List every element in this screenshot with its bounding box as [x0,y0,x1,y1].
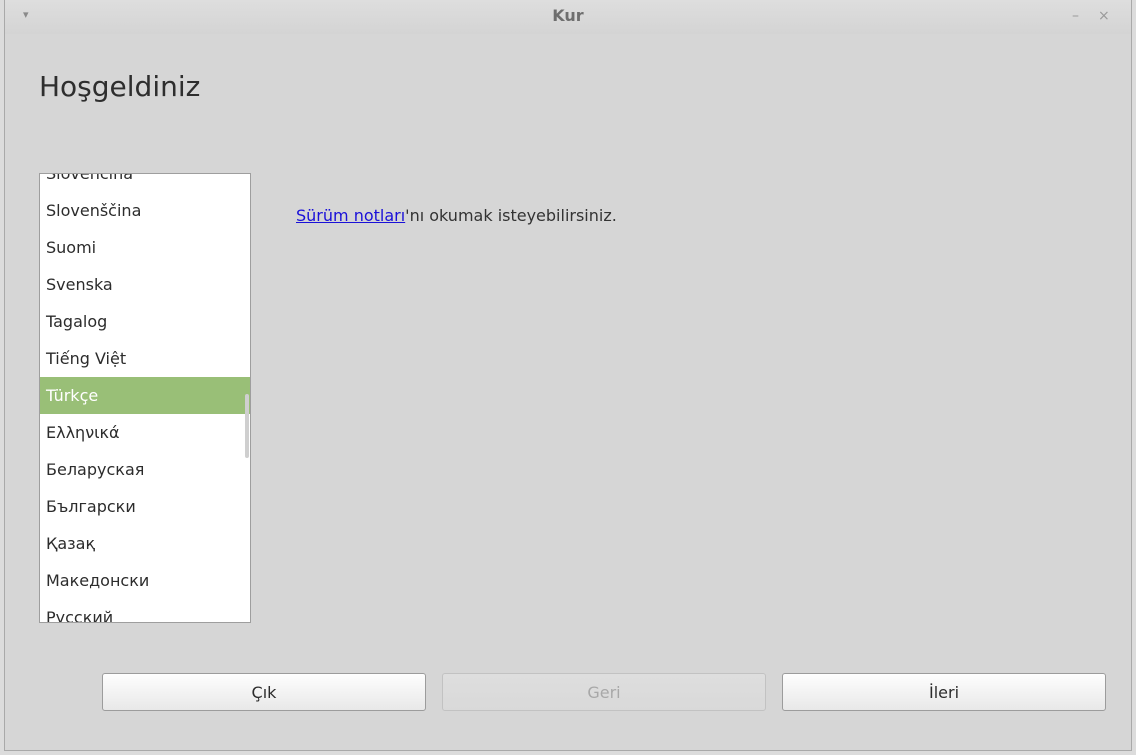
close-icon[interactable]: × [1098,8,1110,24]
language-item[interactable]: Slovenščina [40,192,250,229]
release-notes-suffix: 'nı okumak isteyebilirsiniz. [405,206,617,225]
language-item[interactable]: Беларуская [40,451,250,488]
language-list-scrollbar[interactable] [245,174,249,622]
language-item[interactable]: Русский [40,599,250,622]
language-item[interactable]: Tagalog [40,303,250,340]
installer-window: ▾ Kur – × Hoşgeldiniz Slovenčina Slovenš… [4,0,1132,751]
language-item[interactable]: Ελληνικά [40,414,250,451]
next-button[interactable]: İleri [782,673,1106,711]
language-list-items: Slovenčina Slovenščina Suomi Svenska Tag… [40,174,250,622]
language-item[interactable]: Қазақ [40,525,250,562]
language-item[interactable]: Македонски [40,562,250,599]
language-item[interactable]: Slovenčina [40,174,250,192]
window-title: Kur [552,6,584,25]
quit-button[interactable]: Çık [102,673,426,711]
language-item[interactable]: Svenska [40,266,250,303]
release-notes-text: Sürüm notları'nı okumak isteyebilirsiniz… [296,206,617,225]
page-title: Hoşgeldiniz [39,70,201,103]
language-item[interactable]: Български [40,488,250,525]
release-notes-link[interactable]: Sürüm notları [296,206,405,225]
language-item[interactable]: Tiếng Việt [40,340,250,377]
minimize-icon[interactable]: – [1072,8,1079,24]
back-button[interactable]: Geri [442,673,766,711]
scrollbar-thumb[interactable] [245,394,249,458]
language-list[interactable]: Slovenčina Slovenščina Suomi Svenska Tag… [39,173,251,623]
language-item[interactable]: Suomi [40,229,250,266]
title-bar: ▾ Kur – × [5,0,1131,34]
language-item-selected[interactable]: Türkçe [40,377,250,414]
